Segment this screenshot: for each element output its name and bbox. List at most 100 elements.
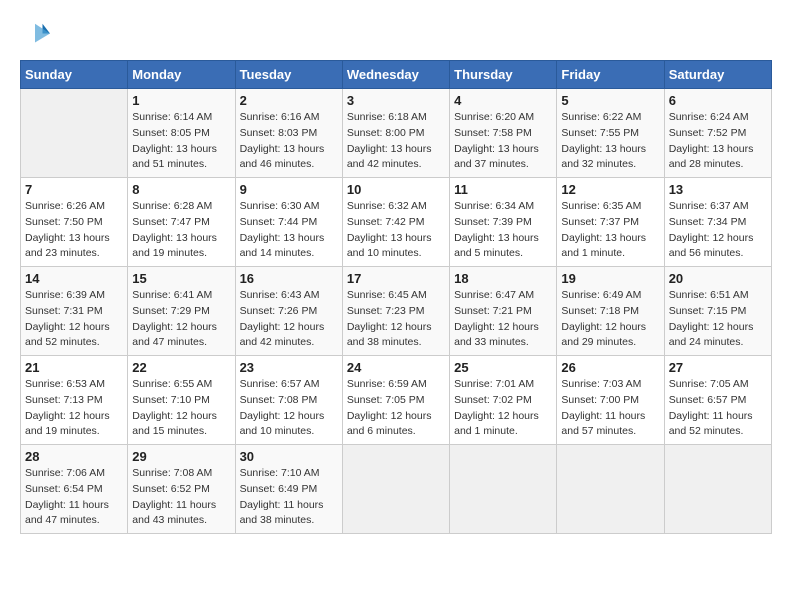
weekday-header-sunday: Sunday	[21, 61, 128, 89]
day-number: 7	[25, 182, 123, 197]
weekday-header-tuesday: Tuesday	[235, 61, 342, 89]
day-info: Sunrise: 7:05 AMSunset: 6:57 PMDaylight:…	[669, 377, 767, 440]
calendar-cell: 20Sunrise: 6:51 AMSunset: 7:15 PMDayligh…	[664, 267, 771, 356]
week-row-3: 14 Sunrise: 6:39 AMSunset: 7:31 PMDayligh…	[21, 267, 772, 356]
day-number: 12	[561, 182, 659, 197]
day-info: Sunrise: 7:08 AMSunset: 6:52 PMDaylight:…	[132, 466, 230, 529]
day-number: 22	[132, 360, 230, 375]
day-number: 4	[454, 93, 552, 108]
day-info: Sunrise: 6:16 AMSunset: 8:03 PMDaylight:…	[240, 110, 338, 173]
calendar-cell: 13Sunrise: 6:37 AMSunset: 7:34 PMDayligh…	[664, 178, 771, 267]
logo-icon	[20, 20, 50, 50]
day-number: 10	[347, 182, 445, 197]
calendar-cell	[664, 445, 771, 534]
calendar-cell: 3 Sunrise: 6:18 AMSunset: 8:00 PMDaylight…	[342, 89, 449, 178]
calendar-cell: 22 Sunrise: 6:55 AMSunset: 7:10 PMDayligh…	[128, 356, 235, 445]
week-row-4: 21 Sunrise: 6:53 AMSunset: 7:13 PMDayligh…	[21, 356, 772, 445]
day-number: 21	[25, 360, 123, 375]
day-number: 17	[347, 271, 445, 286]
day-number: 23	[240, 360, 338, 375]
day-number: 30	[240, 449, 338, 464]
day-number: 29	[132, 449, 230, 464]
day-number: 15	[132, 271, 230, 286]
day-number: 27	[669, 360, 767, 375]
day-info: Sunrise: 6:14 AMSunset: 8:05 PMDaylight:…	[132, 110, 230, 173]
day-info: Sunrise: 6:26 AMSunset: 7:50 PMDaylight:…	[25, 199, 123, 262]
day-number: 19	[561, 271, 659, 286]
day-info: Sunrise: 7:01 AMSunset: 7:02 PMDaylight:…	[454, 377, 552, 440]
calendar-cell: 27 Sunrise: 7:05 AMSunset: 6:57 PMDayligh…	[664, 356, 771, 445]
calendar-cell: 10 Sunrise: 6:32 AMSunset: 7:42 PMDayligh…	[342, 178, 449, 267]
calendar-cell: 19 Sunrise: 6:49 AMSunset: 7:18 PMDayligh…	[557, 267, 664, 356]
day-number: 24	[347, 360, 445, 375]
weekday-header-thursday: Thursday	[450, 61, 557, 89]
day-info: Sunrise: 7:10 AMSunset: 6:49 PMDaylight:…	[240, 466, 338, 529]
day-number: 6	[669, 93, 767, 108]
calendar-cell: 16 Sunrise: 6:43 AMSunset: 7:26 PMDayligh…	[235, 267, 342, 356]
page-header	[20, 20, 772, 50]
weekday-header-friday: Friday	[557, 61, 664, 89]
calendar-cell: 7 Sunrise: 6:26 AMSunset: 7:50 PMDaylight…	[21, 178, 128, 267]
day-info: Sunrise: 6:53 AMSunset: 7:13 PMDaylight:…	[25, 377, 123, 440]
week-row-2: 7 Sunrise: 6:26 AMSunset: 7:50 PMDaylight…	[21, 178, 772, 267]
day-number: 18	[454, 271, 552, 286]
day-info: Sunrise: 6:18 AMSunset: 8:00 PMDaylight:…	[347, 110, 445, 173]
day-info: Sunrise: 6:32 AMSunset: 7:42 PMDaylight:…	[347, 199, 445, 262]
day-number: 14	[25, 271, 123, 286]
calendar-cell	[557, 445, 664, 534]
calendar-cell: 21 Sunrise: 6:53 AMSunset: 7:13 PMDayligh…	[21, 356, 128, 445]
day-info: Sunrise: 6:41 AMSunset: 7:29 PMDaylight:…	[132, 288, 230, 351]
calendar-cell: 17Sunrise: 6:45 AMSunset: 7:23 PMDayligh…	[342, 267, 449, 356]
day-info: Sunrise: 6:28 AMSunset: 7:47 PMDaylight:…	[132, 199, 230, 262]
calendar-cell: 12Sunrise: 6:35 AMSunset: 7:37 PMDayligh…	[557, 178, 664, 267]
calendar-cell: 4 Sunrise: 6:20 AMSunset: 7:58 PMDaylight…	[450, 89, 557, 178]
calendar-cell	[342, 445, 449, 534]
day-info: Sunrise: 7:03 AMSunset: 7:00 PMDaylight:…	[561, 377, 659, 440]
day-info: Sunrise: 6:49 AMSunset: 7:18 PMDaylight:…	[561, 288, 659, 351]
calendar-cell	[450, 445, 557, 534]
day-info: Sunrise: 6:37 AMSunset: 7:34 PMDaylight:…	[669, 199, 767, 262]
day-info: Sunrise: 6:59 AMSunset: 7:05 PMDaylight:…	[347, 377, 445, 440]
day-number: 8	[132, 182, 230, 197]
day-info: Sunrise: 6:22 AMSunset: 7:55 PMDaylight:…	[561, 110, 659, 173]
calendar-cell: 8 Sunrise: 6:28 AMSunset: 7:47 PMDaylight…	[128, 178, 235, 267]
day-number: 26	[561, 360, 659, 375]
day-info: Sunrise: 6:34 AMSunset: 7:39 PMDaylight:…	[454, 199, 552, 262]
calendar-cell: 26 Sunrise: 7:03 AMSunset: 7:00 PMDayligh…	[557, 356, 664, 445]
weekday-header-row: SundayMondayTuesdayWednesdayThursdayFrid…	[21, 61, 772, 89]
calendar-cell: 6 Sunrise: 6:24 AMSunset: 7:52 PMDaylight…	[664, 89, 771, 178]
day-number: 16	[240, 271, 338, 286]
day-number: 3	[347, 93, 445, 108]
calendar-cell: 30 Sunrise: 7:10 AMSunset: 6:49 PMDayligh…	[235, 445, 342, 534]
day-number: 25	[454, 360, 552, 375]
calendar-cell: 2Sunrise: 6:16 AMSunset: 8:03 PMDaylight…	[235, 89, 342, 178]
week-row-5: 28Sunrise: 7:06 AMSunset: 6:54 PMDayligh…	[21, 445, 772, 534]
day-number: 28	[25, 449, 123, 464]
weekday-header-monday: Monday	[128, 61, 235, 89]
calendar-cell: 11 Sunrise: 6:34 AMSunset: 7:39 PMDayligh…	[450, 178, 557, 267]
day-info: Sunrise: 6:24 AMSunset: 7:52 PMDaylight:…	[669, 110, 767, 173]
day-number: 5	[561, 93, 659, 108]
calendar-cell: 29 Sunrise: 7:08 AMSunset: 6:52 PMDayligh…	[128, 445, 235, 534]
day-number: 20	[669, 271, 767, 286]
calendar-cell: 25 Sunrise: 7:01 AMSunset: 7:02 PMDayligh…	[450, 356, 557, 445]
calendar-cell: 14 Sunrise: 6:39 AMSunset: 7:31 PMDayligh…	[21, 267, 128, 356]
day-info: Sunrise: 6:43 AMSunset: 7:26 PMDaylight:…	[240, 288, 338, 351]
day-info: Sunrise: 6:39 AMSunset: 7:31 PMDaylight:…	[25, 288, 123, 351]
calendar-cell: 28Sunrise: 7:06 AMSunset: 6:54 PMDayligh…	[21, 445, 128, 534]
calendar-cell: 18 Sunrise: 6:47 AMSunset: 7:21 PMDayligh…	[450, 267, 557, 356]
day-info: Sunrise: 6:20 AMSunset: 7:58 PMDaylight:…	[454, 110, 552, 173]
weekday-header-wednesday: Wednesday	[342, 61, 449, 89]
week-row-1: 1 Sunrise: 6:14 AMSunset: 8:05 PMDaylight…	[21, 89, 772, 178]
day-number: 1	[132, 93, 230, 108]
calendar-cell: 15 Sunrise: 6:41 AMSunset: 7:29 PMDayligh…	[128, 267, 235, 356]
logo	[20, 20, 52, 50]
day-info: Sunrise: 6:47 AMSunset: 7:21 PMDaylight:…	[454, 288, 552, 351]
day-info: Sunrise: 6:55 AMSunset: 7:10 PMDaylight:…	[132, 377, 230, 440]
calendar-cell: 9Sunrise: 6:30 AMSunset: 7:44 PMDaylight…	[235, 178, 342, 267]
calendar-table: SundayMondayTuesdayWednesdayThursdayFrid…	[20, 60, 772, 534]
day-number: 9	[240, 182, 338, 197]
calendar-cell	[21, 89, 128, 178]
calendar-cell: 24 Sunrise: 6:59 AMSunset: 7:05 PMDayligh…	[342, 356, 449, 445]
day-number: 11	[454, 182, 552, 197]
